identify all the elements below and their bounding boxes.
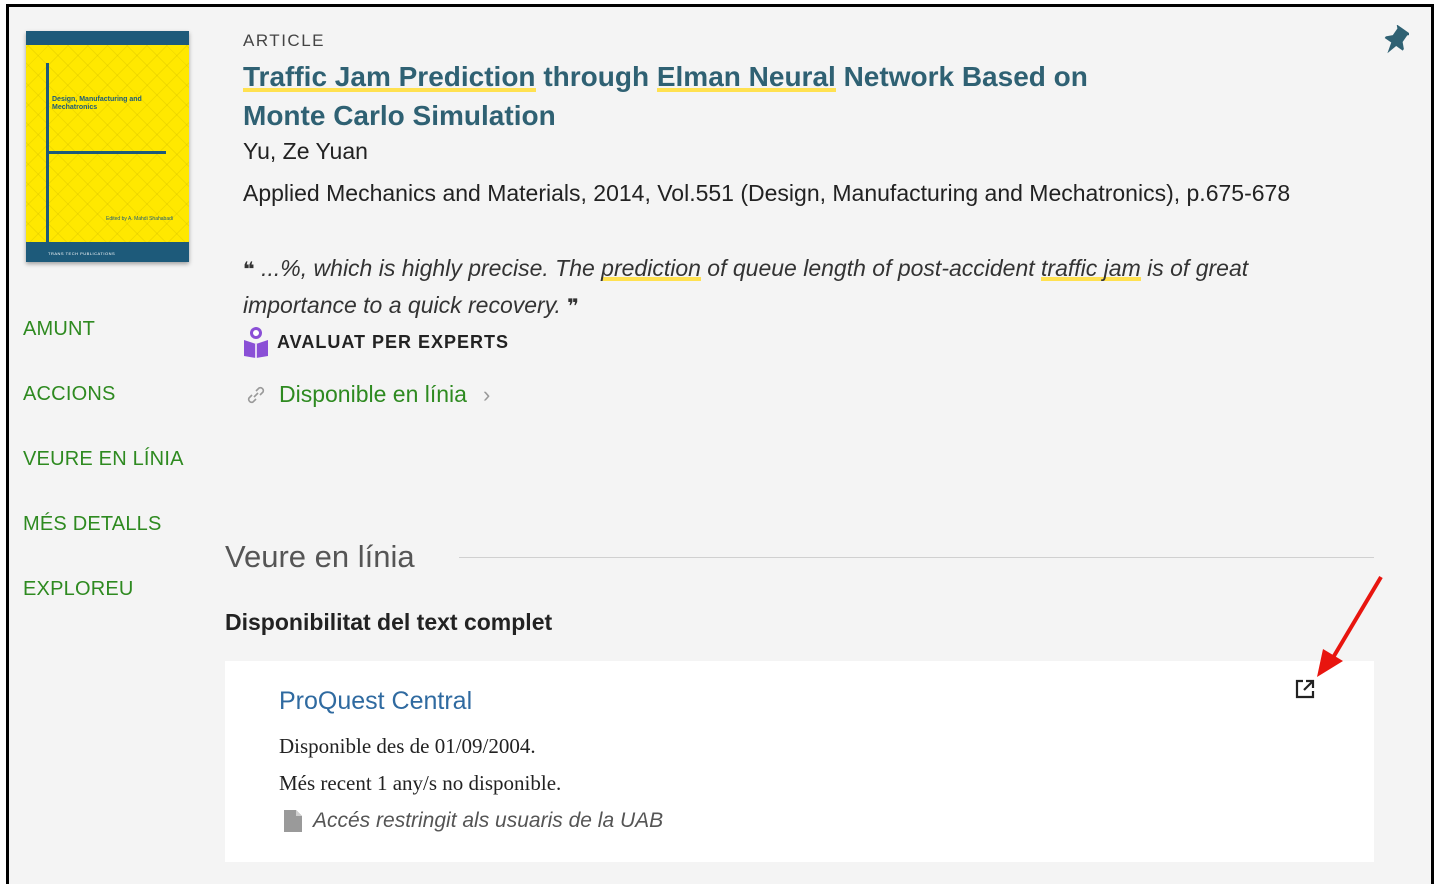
nav-item-mes-detalls[interactable]: MÉS DETALLS — [23, 513, 162, 536]
document-icon — [284, 810, 302, 832]
snippet-part-1: ...%, which is highly precise. The — [261, 255, 602, 281]
link-icon — [247, 386, 265, 403]
open-quote-icon: ❝ — [243, 259, 255, 281]
nav-item-veure-en-linia[interactable]: VEURE EN LÍNIA — [23, 448, 184, 471]
snippet-highlight-1: prediction — [601, 255, 701, 281]
section-title-online: Veure en línia — [225, 539, 415, 574]
peer-reviewed-badge: AVALUAT PER EXPERTS — [243, 325, 509, 359]
book-cover-thumbnail[interactable]: Design, Manufacturing and Mechatronics E… — [26, 31, 189, 262]
cover-horizontal-line — [46, 151, 166, 154]
resource-type: ARTICLE — [243, 31, 325, 50]
fulltext-service-card[interactable]: ProQuest Central Disponible des de 01/09… — [225, 661, 1374, 862]
coverage-text: Disponible des de 01/09/2004. — [279, 734, 536, 758]
cover-vertical-line — [46, 63, 49, 251]
peer-reviewed-label: AVALUAT PER EXPERTS — [277, 331, 510, 352]
title-highlight-2: Elman Neural — [656, 61, 836, 92]
record-snippet: ❝ ...%, which is highly precise. The pre… — [243, 251, 1303, 325]
embargo-text: Més recent 1 any/s no disponible. — [279, 771, 562, 795]
cover-publisher: TRANS TECH PUBLICATIONS — [48, 251, 116, 256]
record-author: Yu, Ze Yuan — [243, 138, 368, 164]
cover-title: Design, Manufacturing and Mechatronics — [52, 96, 142, 111]
chevron-right-icon: › — [482, 381, 491, 407]
snippet-highlight-2: traffic jam — [1041, 255, 1141, 281]
availability-label: Disponible en línia — [279, 381, 467, 407]
cover-top-bar — [26, 31, 189, 45]
section-divider — [459, 557, 1374, 558]
restriction-text: Accés restringit als usuaris de la UAB — [313, 809, 664, 832]
record-title-link[interactable]: Traffic Jam Prediction through Elman Neu… — [243, 57, 1143, 135]
nav-item-amunt[interactable]: AMUNT — [23, 318, 95, 341]
page-frame: Design, Manufacturing and Mechatronics E… — [6, 4, 1434, 884]
record-source: Applied Mechanics and Materials, 2014, V… — [243, 180, 1291, 206]
nav-item-accions[interactable]: ACCIONS — [23, 383, 116, 406]
provider-link[interactable]: ProQuest Central — [279, 687, 472, 716]
snippet-part-3: of queue length of post-accident — [700, 255, 1042, 281]
nav-item-exploreu[interactable]: EXPLOREU — [23, 578, 134, 601]
pin-icon[interactable] — [1383, 24, 1412, 62]
title-part-2: through — [535, 61, 657, 92]
close-quote-icon: ❞ — [567, 296, 580, 318]
annotation-arrow-icon — [1309, 573, 1389, 688]
fulltext-heading: Disponibilitat del text complet — [225, 609, 553, 635]
title-highlight-1: Traffic Jam Prediction — [243, 61, 536, 92]
availability-link[interactable]: Disponible en línia › — [245, 381, 490, 408]
access-restriction: Accés restringit als usuaris de la UAB — [283, 809, 663, 833]
peer-reviewed-icon — [244, 327, 268, 358]
cover-pattern — [26, 45, 189, 242]
cover-editor: Edited by A. Mahdi Shahabadi — [106, 216, 173, 222]
